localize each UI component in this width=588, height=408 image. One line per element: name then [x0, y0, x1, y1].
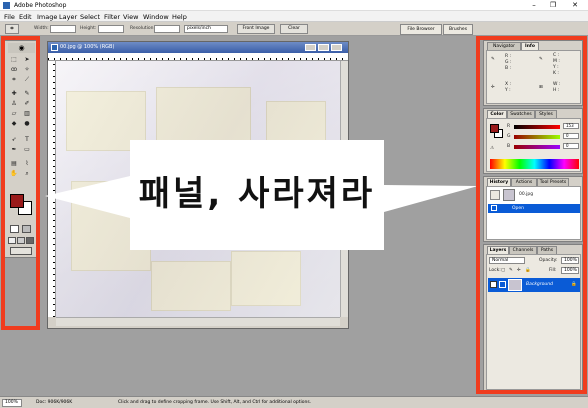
panels-highlight-box [476, 36, 587, 394]
zoom-level-field[interactable]: 100% [2, 399, 22, 407]
foreground-color-swatch[interactable] [10, 194, 24, 208]
status-hint: Click and drag to define cropping frame.… [118, 400, 312, 405]
doc-size: Doc: 906K/906K [36, 400, 73, 405]
callout-text: 패널, 사라져라 [138, 174, 376, 214]
status-bar: 100% Doc: 906K/906K Click and drag to de… [0, 396, 588, 408]
color-foreground-swatch[interactable] [490, 124, 499, 133]
